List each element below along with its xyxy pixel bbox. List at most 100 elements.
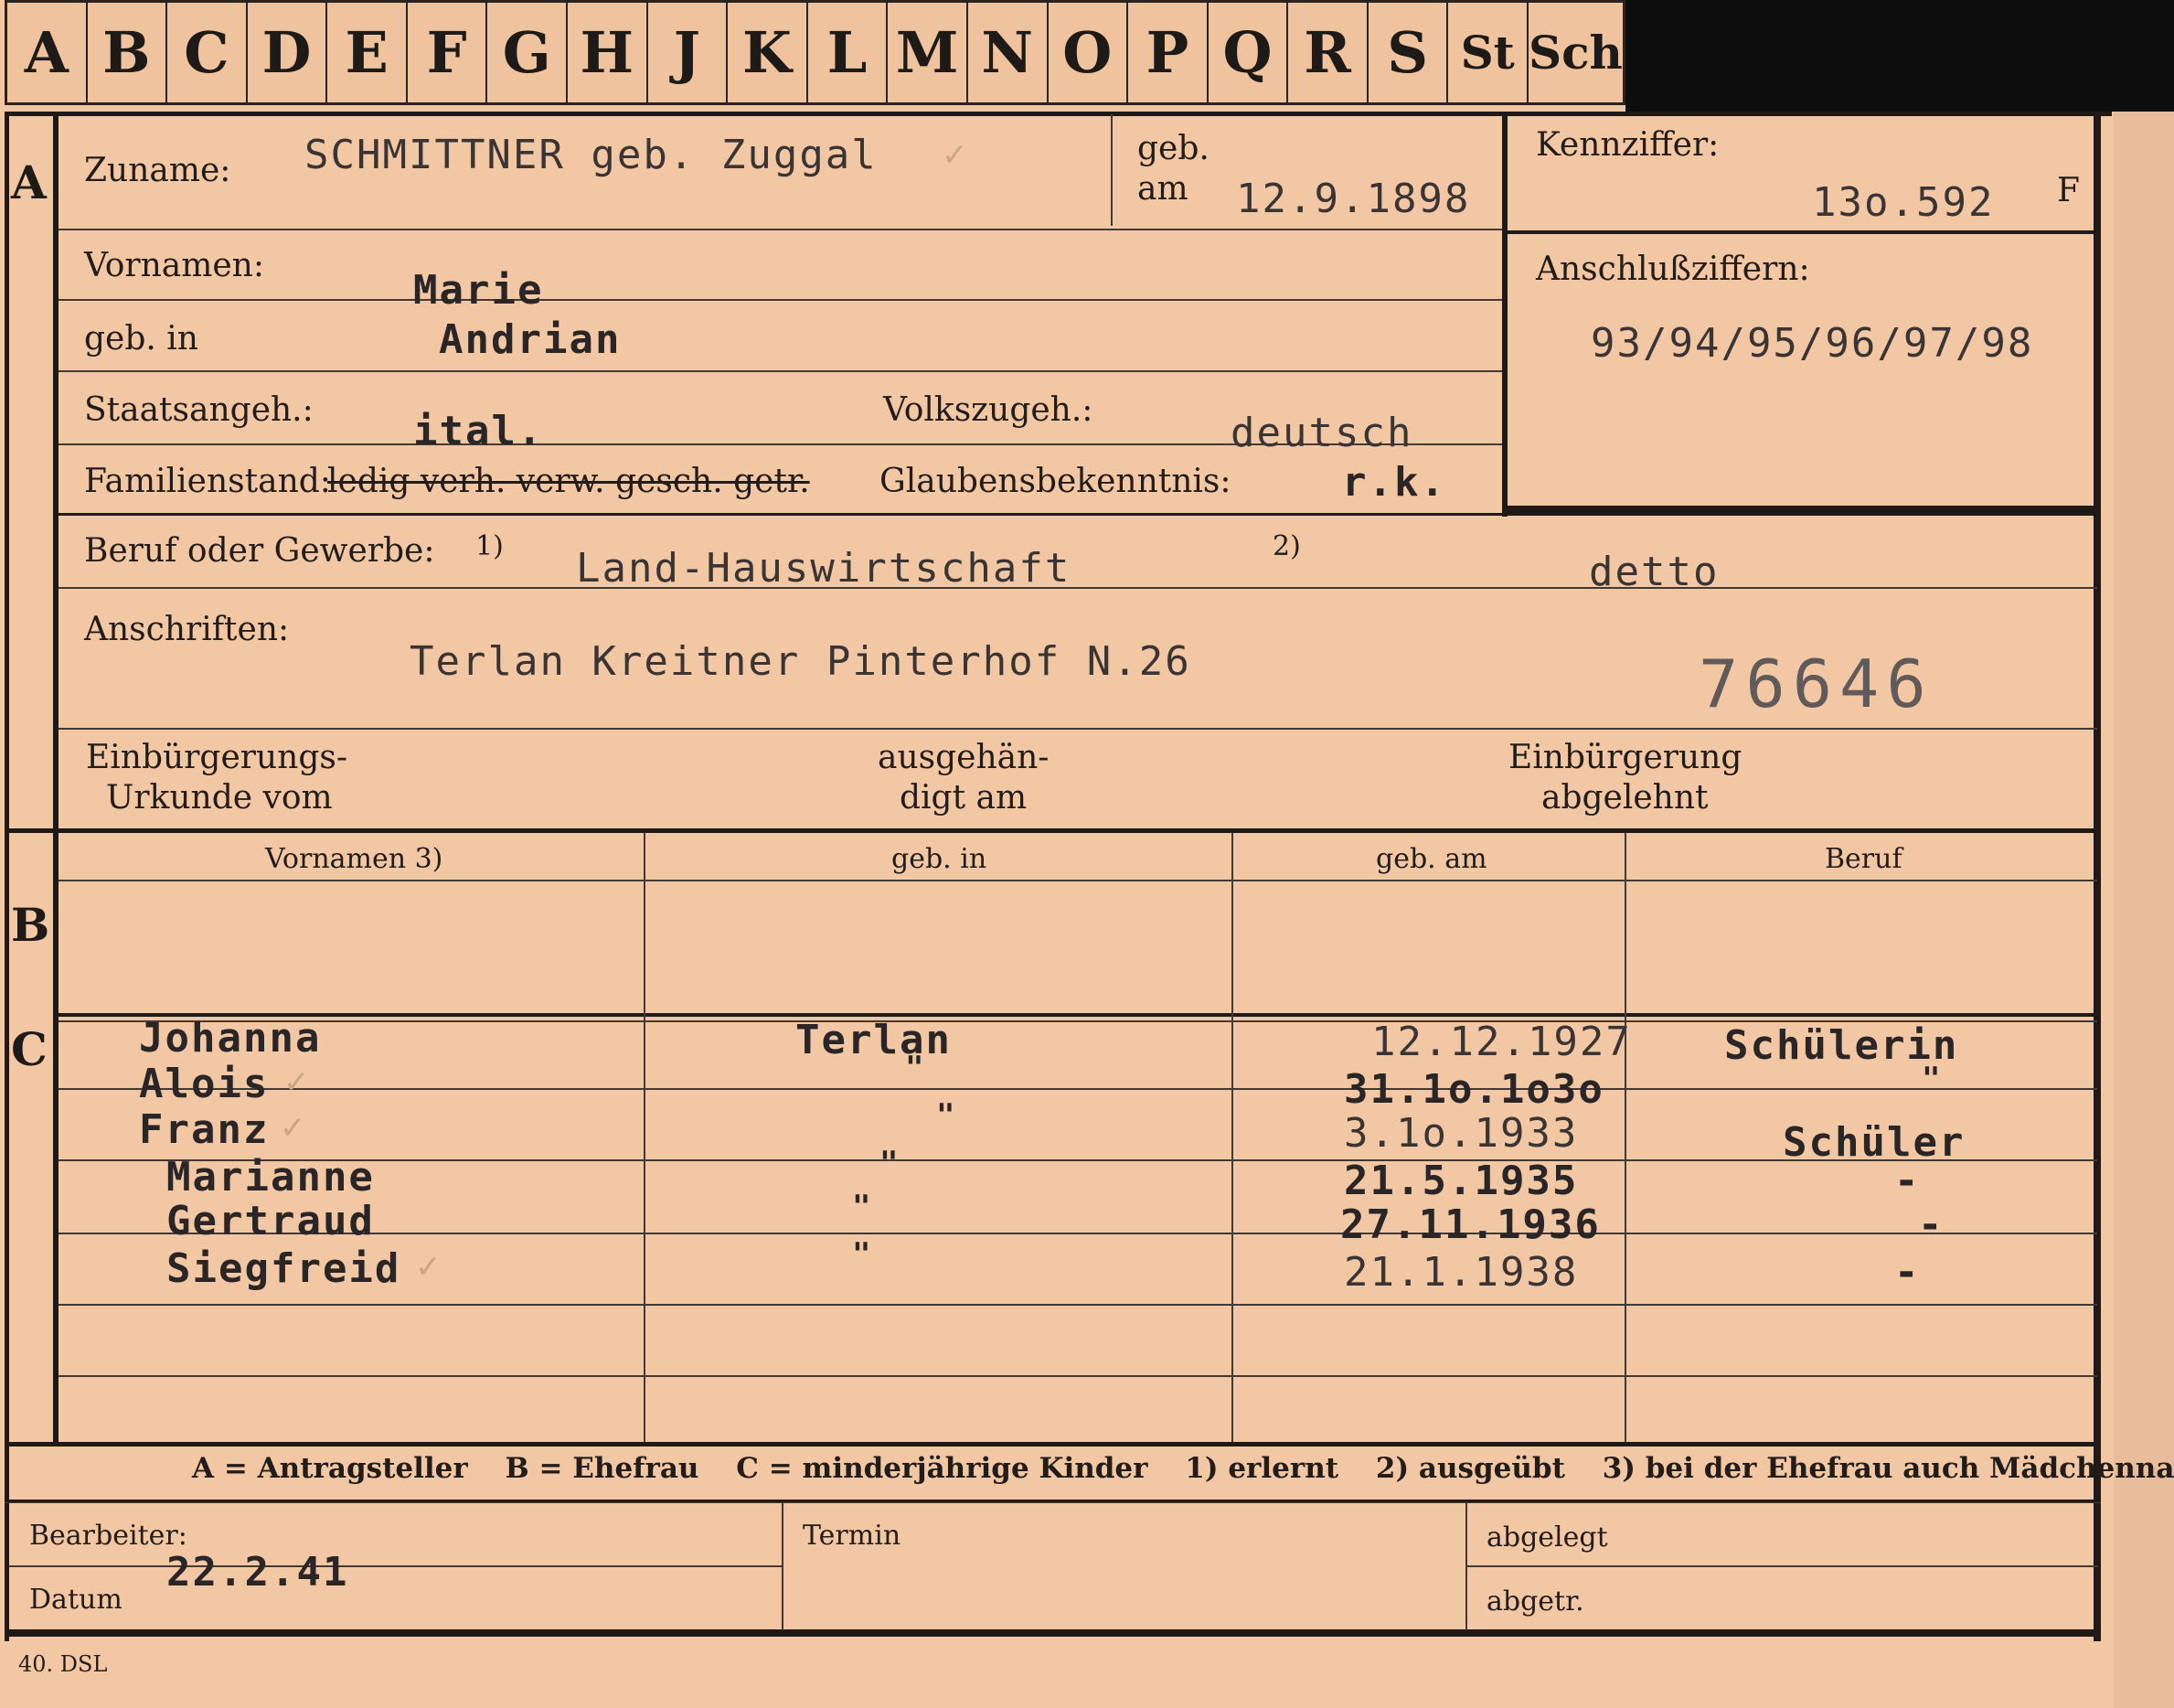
- clerk-label: Bearbeiter:: [29, 1520, 187, 1552]
- child-row-6-name: Siegfreid: [166, 1245, 401, 1292]
- child-row-2-name: Alois: [139, 1061, 270, 1107]
- child-row-5-date: 27.11.1936: [1340, 1201, 1601, 1248]
- occupation-note-2: 2): [1273, 530, 1301, 562]
- form-code: 40. DSL: [18, 1651, 108, 1677]
- child-row-4-date: 21.5.1935: [1344, 1158, 1579, 1204]
- index-tab-g: G: [487, 3, 569, 102]
- card-frame-top: [5, 112, 2112, 116]
- child-row-3-name: Franz: [139, 1106, 270, 1153]
- issued-label-1: ausgehän-: [878, 739, 1050, 776]
- birthplace-label: geb. in: [84, 320, 198, 358]
- index-tab-h: H: [568, 3, 648, 102]
- header-firstnames: Vornamen 3): [265, 843, 443, 875]
- occupation-label: Beruf oder Gewerbe:: [84, 532, 435, 570]
- citizenship-label: Staatsangeh.:: [84, 391, 314, 429]
- naturalization-doc-label-2: Urkunde vom: [106, 779, 333, 817]
- child-row-2-job: ": [1922, 1061, 1943, 1097]
- child-row-5-place: ": [852, 1189, 873, 1225]
- linked-numbers-label: Anschlußziffern:: [1536, 251, 1810, 288]
- ethnicity-value: deutsch: [1231, 410, 1413, 456]
- legend: A = Antragsteller B = Ehefrau C = minder…: [192, 1452, 2174, 1485]
- child-row-3-job: Schüler: [1783, 1119, 1966, 1166]
- occupation-learned: Land-Hauswirtschaft: [576, 545, 1071, 592]
- header-birthdate: geb. am: [1376, 843, 1487, 875]
- birthplace-value: Andrian: [439, 316, 622, 363]
- section-a-marker: A: [11, 155, 47, 209]
- ethnicity-label: Volkszugeh.:: [883, 391, 1093, 429]
- birthdate-value: 12.9.1898: [1236, 176, 1471, 222]
- legend-note-practiced: 2) ausgeübt: [1375, 1452, 1565, 1485]
- index-tab-j: J: [648, 3, 729, 102]
- index-tab-o: O: [1049, 3, 1129, 102]
- date-label: Datum: [29, 1584, 123, 1616]
- check-mark: ✓: [283, 1064, 310, 1101]
- index-tab-n: N: [968, 3, 1049, 102]
- child-row-1-date: 12.12.1927: [1371, 1019, 1632, 1065]
- child-row-2-date: 31.1o.1o3o: [1344, 1066, 1604, 1113]
- index-tab-e: E: [327, 3, 408, 102]
- child-row-2-place: ": [905, 1050, 926, 1086]
- header-birthplace: geb. in: [891, 843, 987, 875]
- firstname-label: Vornamen:: [84, 247, 264, 284]
- refused-label-1: Einbürgerung: [1508, 739, 1742, 776]
- legend-children: C = minderjährige Kinder: [736, 1452, 1148, 1485]
- check-mark: ✓: [415, 1249, 442, 1286]
- child-row-6-date: 21.1.1938: [1344, 1249, 1579, 1296]
- index-tab-sch: Sch: [1528, 26, 1623, 80]
- index-tab-s: S: [1369, 3, 1449, 102]
- card-frame-right: [2094, 112, 2101, 1641]
- citizenship-value: ital.: [413, 408, 544, 454]
- legend-applicant: A = Antragsteller: [192, 1452, 468, 1485]
- index-tab-p: P: [1128, 3, 1209, 102]
- address-label: Anschriften:: [84, 611, 290, 648]
- reference-number-value: 13o.592: [1812, 179, 1995, 226]
- deadline-label: Termin: [803, 1520, 901, 1552]
- child-row-4-job: -: [1894, 1158, 1921, 1204]
- address-value: Terlan Kreitner Pinterhof N.26: [410, 638, 1191, 685]
- child-row-6-job: -: [1894, 1249, 1921, 1296]
- alphabet-index-tabs: A B C D E F G H J K L M N O P Q R S St Sch: [5, 0, 1625, 105]
- child-row-1-place: Terlan: [795, 1017, 952, 1063]
- index-tab-b: B: [88, 3, 168, 102]
- marital-label: Familienstand:: [84, 463, 331, 500]
- index-tab-m: M: [888, 3, 968, 102]
- date-value: 22.2.41: [166, 1549, 349, 1596]
- child-row-5-name: Gertraud: [166, 1198, 375, 1244]
- occupation-note-1: 1): [475, 530, 504, 562]
- religion-label: Glaubensbekenntnis:: [879, 463, 1231, 500]
- legend-note-maiden: 3) bei der Ehefrau auch Mädchenname: [1602, 1452, 2174, 1485]
- reference-number-label: Kennziffer:: [1536, 126, 1720, 164]
- index-tab-l: L: [808, 3, 889, 102]
- occupation-practiced: detto: [1589, 549, 1720, 595]
- address-stamp: 76646: [1699, 646, 1934, 722]
- child-row-3-place: ": [936, 1097, 957, 1134]
- filed-abbr-label: abgetr.: [1487, 1585, 1584, 1617]
- legend-note-learned: 1) erlernt: [1185, 1452, 1339, 1485]
- index-tab-st: St: [1448, 3, 1529, 102]
- index-tab-a: A: [7, 3, 88, 102]
- child-row-5-job: -: [1918, 1201, 1945, 1248]
- child-row-1-name: Johanna: [139, 1015, 322, 1062]
- linked-numbers-value: 93/94/95/96/97/98: [1591, 320, 2034, 367]
- filed-label: abgelegt: [1487, 1521, 1608, 1553]
- surname-label: Zuname:: [84, 152, 231, 189]
- index-tab-q: Q: [1209, 3, 1289, 102]
- firstname-value: Marie: [413, 267, 544, 314]
- check-mark: ✓: [942, 137, 968, 174]
- index-tab-c: C: [167, 3, 248, 102]
- index-tab-k: K: [728, 3, 808, 102]
- legend-spouse: B = Ehefrau: [505, 1452, 699, 1485]
- check-mark: ✓: [280, 1110, 306, 1147]
- child-row-4-name: Marianne: [166, 1154, 375, 1201]
- card-frame-bottom: [5, 1629, 2101, 1637]
- section-c-marker: C: [11, 1022, 48, 1076]
- section-column-divider: [53, 112, 59, 1442]
- issued-label-2: digt am: [900, 779, 1028, 817]
- index-tab-f: F: [408, 3, 488, 102]
- child-row-4-place: ": [879, 1145, 901, 1181]
- refused-label-2: abgelehnt: [1541, 779, 1709, 817]
- header-occupation: Beruf: [1825, 843, 1902, 875]
- child-row-3-date: 3.1o.1933: [1344, 1110, 1579, 1157]
- index-tab-d: D: [248, 3, 328, 102]
- birthdate-label-2: am: [1137, 170, 1188, 208]
